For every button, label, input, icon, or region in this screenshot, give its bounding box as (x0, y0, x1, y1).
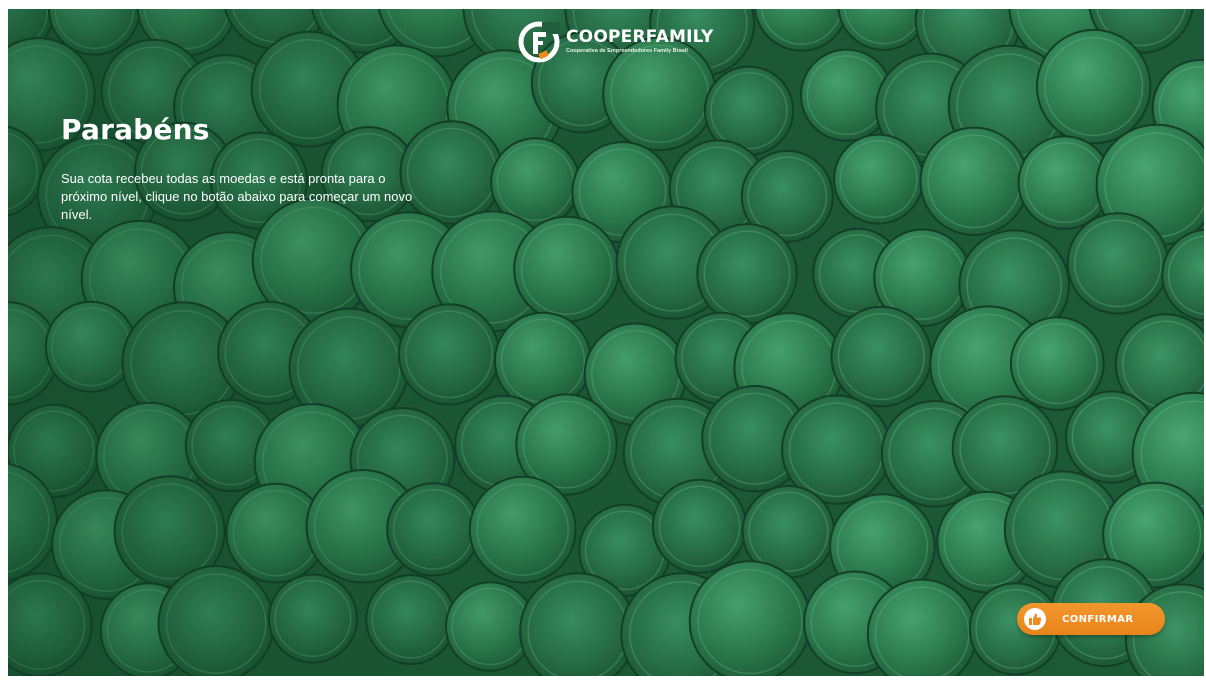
background-tint (8, 9, 1204, 676)
brand-tagline: Cooperativa de Empreendedores Family Bra… (566, 48, 688, 55)
congrats-message: Sua cota recebeu todas as moedas e está … (61, 171, 413, 222)
confirm-button[interactable]: CONFIRMAR (1017, 603, 1165, 635)
brand-name: COOPERFAMILY (566, 27, 714, 48)
cooperfamily-logo: COOPERFAMILY Cooperativa de Empreendedor… (518, 17, 714, 67)
cooperfamily-logo-icon (518, 21, 560, 63)
thumbs-up-icon (1024, 608, 1046, 630)
confirm-label: CONFIRMAR (1062, 613, 1134, 625)
page-title: Parabéns (61, 113, 210, 146)
screen: COOPERFAMILY Cooperativa de Empreendedor… (8, 9, 1204, 676)
